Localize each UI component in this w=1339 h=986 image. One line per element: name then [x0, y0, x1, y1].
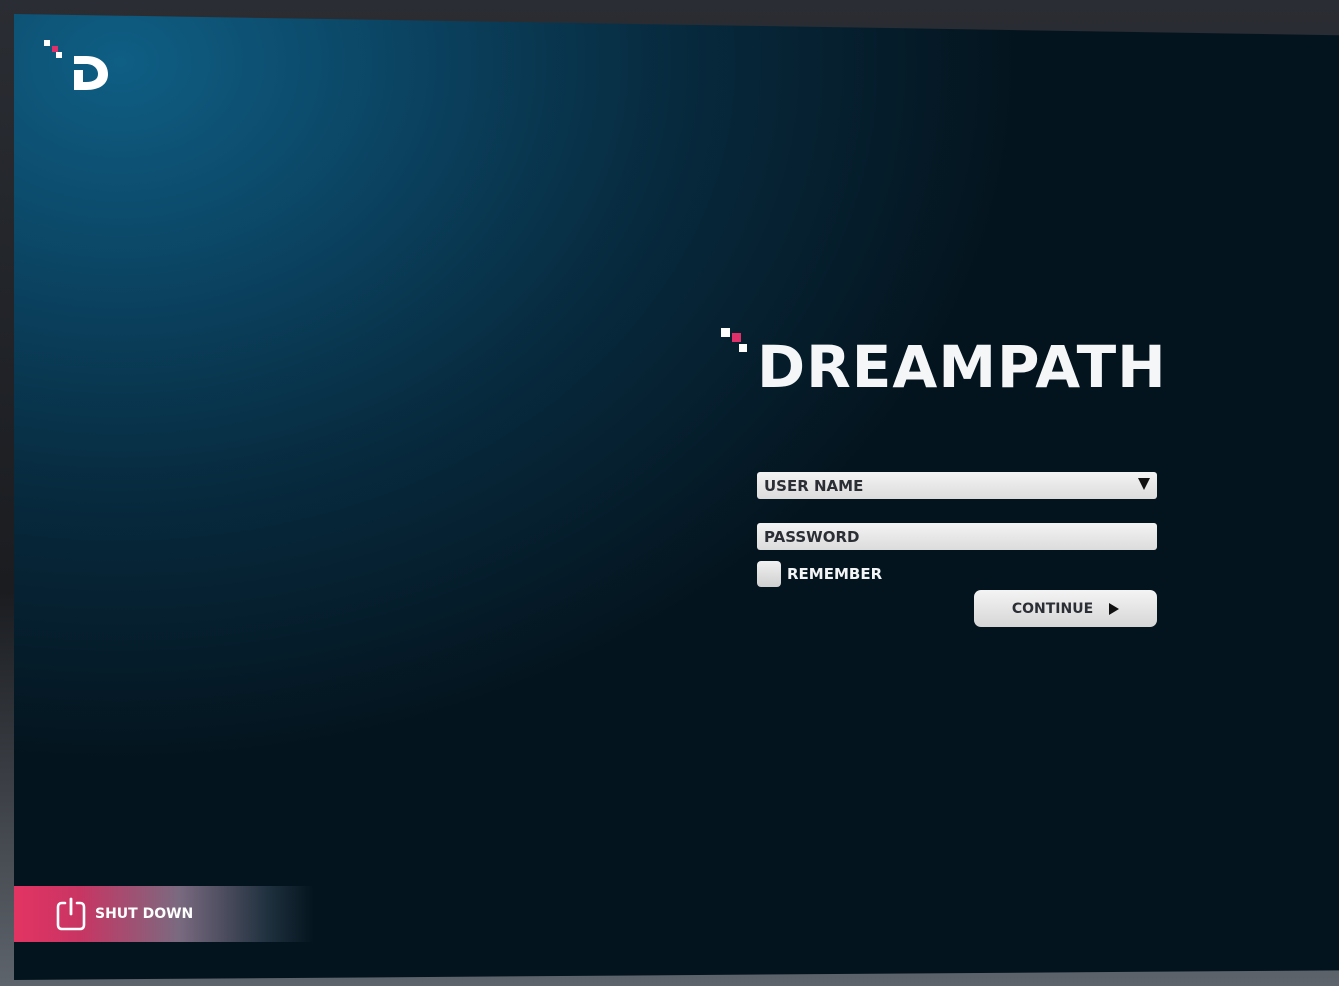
username-placeholder: USER NAME [764, 476, 864, 495]
shutdown-label: SHUT DOWN [95, 906, 194, 922]
remember-option[interactable]: REMEMBER [757, 560, 882, 588]
remember-label: REMEMBER [787, 565, 883, 583]
remember-checkbox[interactable] [757, 561, 781, 587]
brand-pixel-mark-icon [721, 328, 747, 352]
dreampath-d-logo-icon [44, 40, 108, 90]
username-dropdown[interactable]: USER NAME [757, 472, 1157, 499]
continue-button[interactable]: CONTINUE [974, 590, 1157, 627]
password-placeholder: PASSWORD [764, 527, 860, 546]
power-icon [56, 897, 86, 931]
play-arrow-icon [1109, 602, 1120, 615]
triangle-down-icon[interactable] [1138, 478, 1150, 490]
brand-name: DREAMPATH [757, 333, 1167, 401]
password-field[interactable]: PASSWORD [757, 523, 1157, 550]
shutdown-button[interactable]: SHUT DOWN [14, 886, 314, 942]
continue-label: CONTINUE [1011, 600, 1094, 617]
brand-logo: DREAMPATH [719, 326, 1166, 400]
login-screen: DREAMPATH USER NAME PASSWORD REMEMBER CO… [14, 14, 1339, 980]
